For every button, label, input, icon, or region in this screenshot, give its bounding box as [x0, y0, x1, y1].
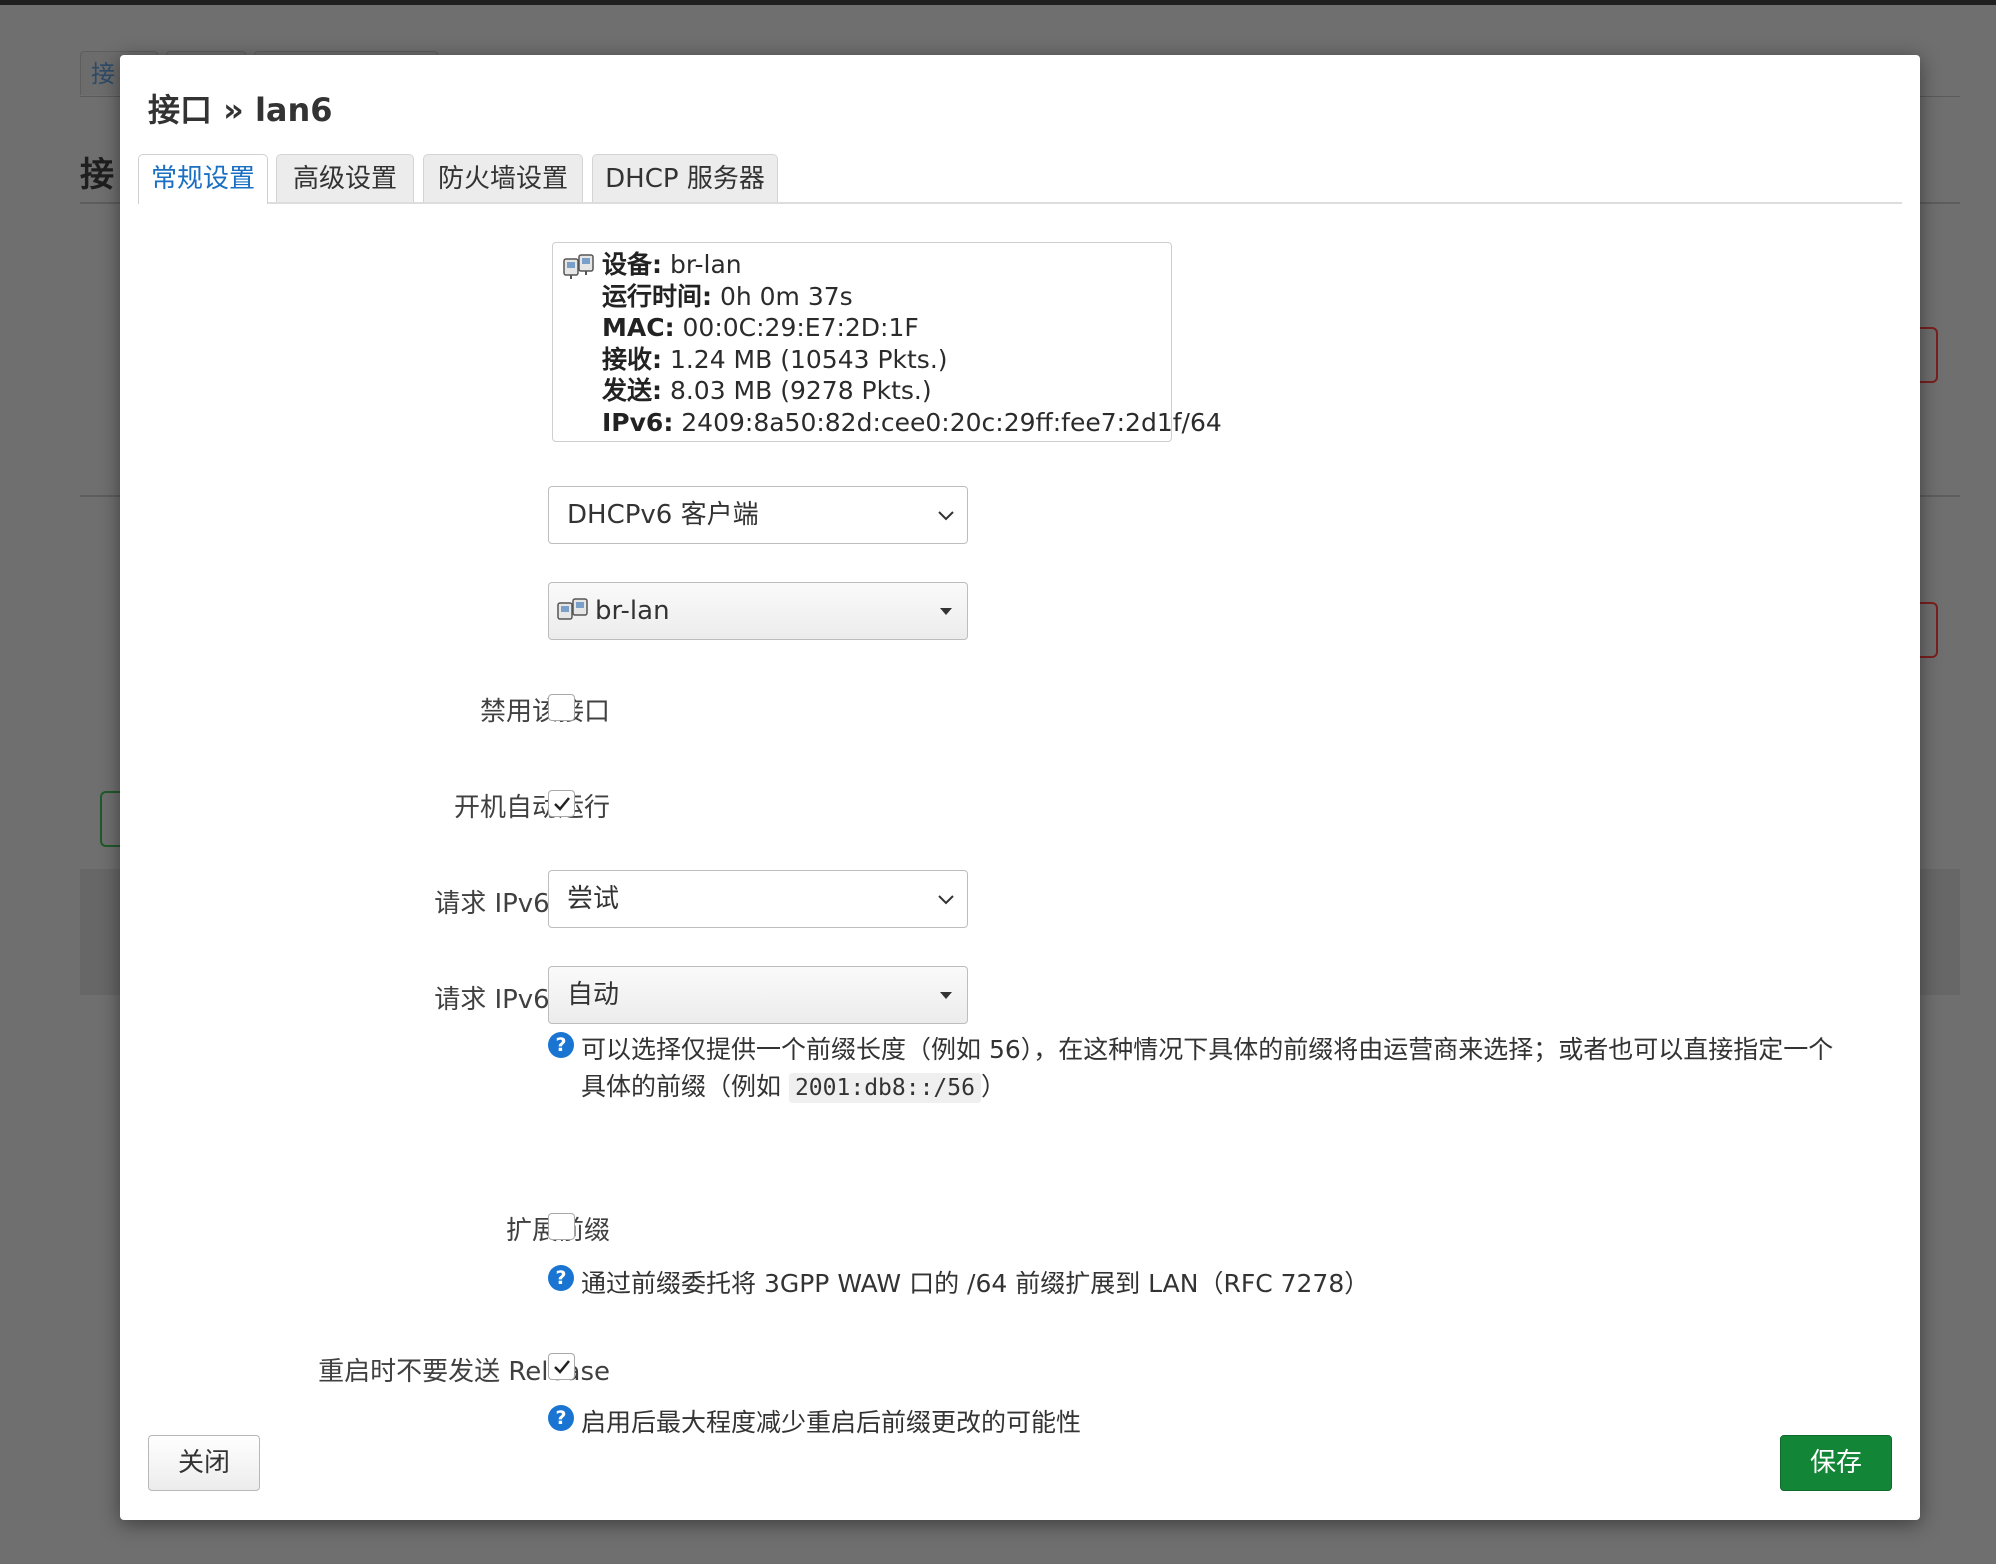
help-text-prefix: 具体的前缀（例如	[581, 1072, 789, 1101]
request-ipv6-prefix-help-line2: 具体的前缀（例如 2001:db8::/56）	[581, 1068, 1833, 1107]
status-ipv6-value: 2409:8a50:82d:cee0:20c:29ff:fee7:2d1f/64	[673, 407, 1222, 437]
status-tx-value: 8.03 MB (9278 Pkts.)	[662, 376, 932, 405]
status-tx-line: 发送: 8.03 MB (9278 Pkts.)	[602, 375, 1222, 407]
chevron-down-icon	[938, 511, 954, 521]
extend-prefix-help: 通过前缀委托将 3GPP WAW 口的 /64 前缀扩展到 LAN（RFC 72…	[581, 1269, 1370, 1298]
checkmark-icon	[554, 1360, 570, 1374]
status-details: 设备: br-lan 运行时间: 0h 0m 37s MAC: 00:0C:29…	[602, 249, 1222, 438]
save-button[interactable]: 保存	[1780, 1435, 1892, 1491]
request-ipv6-address-value: 尝试	[567, 884, 620, 914]
request-ipv6-prefix-value: 自动	[567, 980, 620, 1010]
help-text-suffix: ）	[980, 1072, 1006, 1101]
caret-down-icon	[940, 992, 952, 999]
no-release-help: 启用后最大程度减少重启后前缀更改的可能性	[581, 1408, 1082, 1437]
close-button[interactable]: 关闭	[148, 1435, 260, 1491]
status-ipv6-key: IPv6:	[602, 407, 674, 437]
background-tab-label: 接	[91, 60, 115, 88]
tab-dhcp-server[interactable]: DHCP 服务器	[592, 154, 778, 202]
status-device-key: 设备:	[602, 250, 662, 279]
disable-interface-checkbox[interactable]	[548, 694, 575, 721]
status-mac-value: 00:0C:29:E7:2D:1F	[674, 313, 919, 342]
interface-edit-modal: 接口 » lan6 常规设置 高级设置 防火墙设置 DHCP 服务器 状态 设备…	[120, 55, 1920, 1520]
status-box: 设备: br-lan 运行时间: 0h 0m 37s MAC: 00:0C:29…	[552, 242, 1222, 442]
status-rx-key: 接收:	[602, 344, 662, 374]
caret-down-icon	[940, 608, 952, 615]
network-device-icon	[557, 598, 588, 620]
request-ipv6-address-select[interactable]: 尝试	[548, 870, 968, 928]
modal-tabs: 常规设置 高级设置 防火墙设置 DHCP 服务器	[138, 154, 1902, 204]
status-uptime-value: 0h 0m 37s	[712, 281, 853, 311]
status-device-value: br-lan	[662, 250, 742, 279]
checkmark-icon	[554, 797, 570, 811]
status-device-line: 设备: br-lan	[602, 249, 1222, 281]
status-rx-line: 接收: 1.24 MB (10543 Pkts.)	[602, 344, 1222, 376]
network-device-icon	[563, 254, 594, 279]
protocol-select[interactable]: DHCPv6 客户端	[548, 486, 968, 544]
status-mac-key: MAC:	[602, 313, 675, 342]
help-icon: ?	[548, 1032, 574, 1058]
help-icon: ?	[548, 1405, 574, 1431]
status-uptime-key: 运行时间:	[602, 281, 712, 311]
no-release-checkbox[interactable]	[548, 1353, 575, 1380]
tab-firewall-settings[interactable]: 防火墙设置	[423, 154, 583, 202]
tab-general-settings[interactable]: 常规设置	[138, 154, 268, 204]
device-select-value: br-lan	[595, 596, 670, 626]
autostart-label: 开机自动运行	[453, 793, 610, 823]
status-tx-key: 发送:	[602, 376, 662, 405]
tab-advanced-settings[interactable]: 高级设置	[276, 154, 414, 202]
prefix-example-code: 2001:db8::/56	[788, 1073, 981, 1103]
extend-prefix-checkbox[interactable]	[548, 1213, 575, 1240]
request-ipv6-prefix-select[interactable]: 自动	[548, 966, 968, 1024]
background-heading: 接	[80, 155, 114, 195]
protocol-select-value: DHCPv6 客户端	[567, 500, 759, 530]
status-rx-value: 1.24 MB (10543 Pkts.)	[662, 344, 948, 374]
autostart-checkbox[interactable]	[548, 790, 575, 817]
request-ipv6-prefix-help-line1: 可以选择仅提供一个前缀长度（例如 56），在这种情况下具体的前缀将由运营商来选择…	[581, 1035, 1834, 1064]
modal-title: 接口 » lan6	[148, 91, 333, 129]
device-select[interactable]: br-lan	[548, 582, 968, 640]
request-ipv6-prefix-help: 可以选择仅提供一个前缀长度（例如 56），在这种情况下具体的前缀将由运营商来选择…	[581, 1031, 1833, 1107]
disable-interface-label: 禁用该接口	[479, 697, 610, 727]
chevron-down-icon	[938, 895, 954, 905]
status-mac-line: MAC: 00:0C:29:E7:2D:1F	[602, 312, 1222, 344]
help-icon: ?	[548, 1265, 574, 1291]
status-ipv6-line: IPv6: 2409:8a50:82d:cee0:20c:29ff:fee7:2…	[602, 407, 1222, 439]
status-uptime-line: 运行时间: 0h 0m 37s	[602, 281, 1222, 313]
